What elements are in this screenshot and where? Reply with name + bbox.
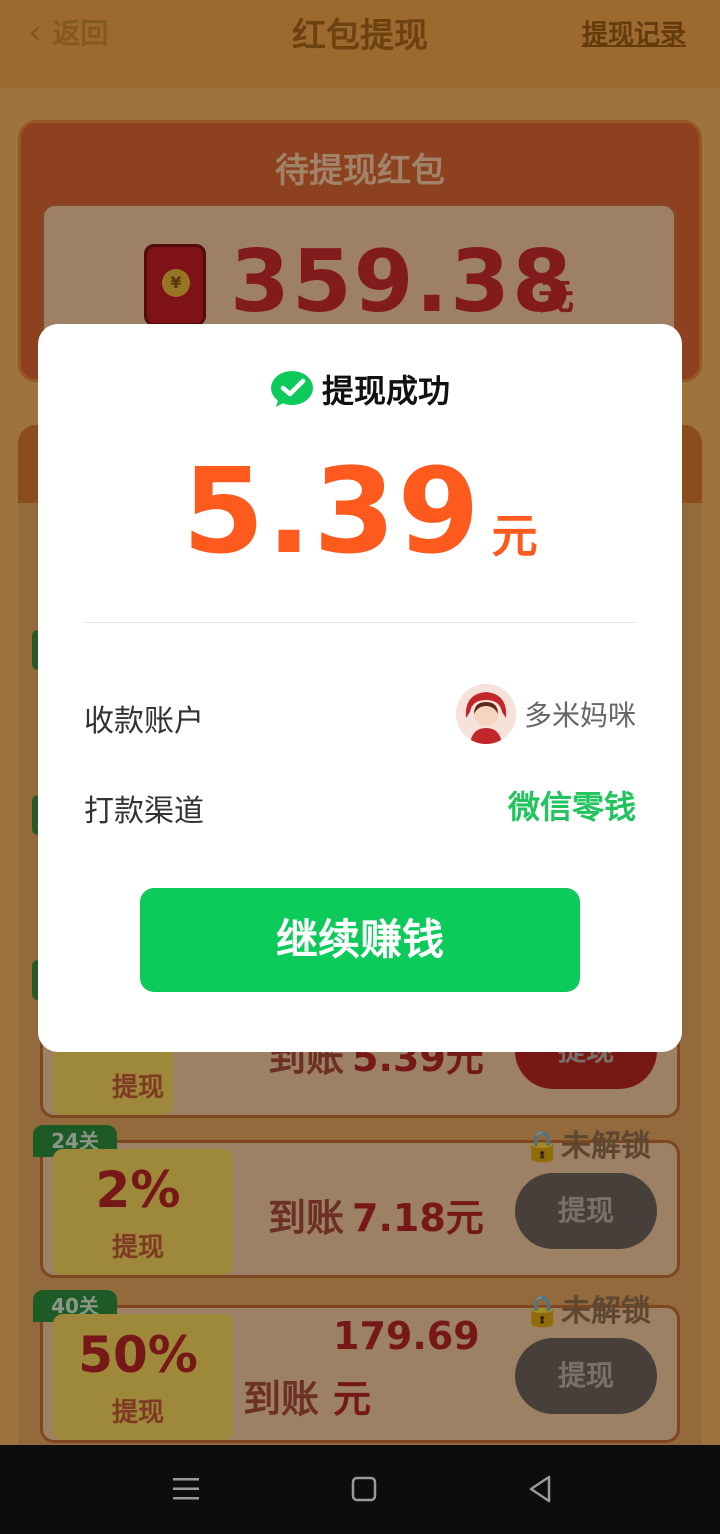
back-triangle-icon[interactable] bbox=[518, 1467, 562, 1511]
account-info: 多米妈咪 bbox=[455, 684, 636, 744]
system-nav-bar bbox=[0, 1445, 720, 1534]
continue-earning-button[interactable]: 继续赚钱 bbox=[140, 888, 580, 992]
withdraw-amount-value: 5.39 bbox=[182, 442, 482, 580]
menu-icon[interactable] bbox=[164, 1467, 208, 1511]
channel-label: 打款渠道 bbox=[84, 794, 204, 829]
withdraw-amount-unit: 元 bbox=[491, 509, 538, 563]
account-name: 多米妈咪 bbox=[523, 699, 636, 732]
account-label: 收款账户 bbox=[84, 704, 204, 739]
withdraw-success-dialog: 提现成功 5.39 元 收款账户 多米妈咪 打款渠道 微信零钱 继续赚钱 bbox=[38, 324, 682, 1052]
withdraw-amount: 5.39 元 bbox=[38, 442, 682, 580]
wechat-check-icon bbox=[270, 370, 314, 408]
success-text: 提现成功 bbox=[321, 372, 450, 410]
success-header: 提现成功 bbox=[38, 366, 682, 412]
home-square-icon[interactable] bbox=[342, 1467, 386, 1511]
channel-value: 微信零钱 bbox=[507, 788, 636, 826]
avatar bbox=[455, 684, 516, 744]
divider bbox=[84, 622, 636, 623]
